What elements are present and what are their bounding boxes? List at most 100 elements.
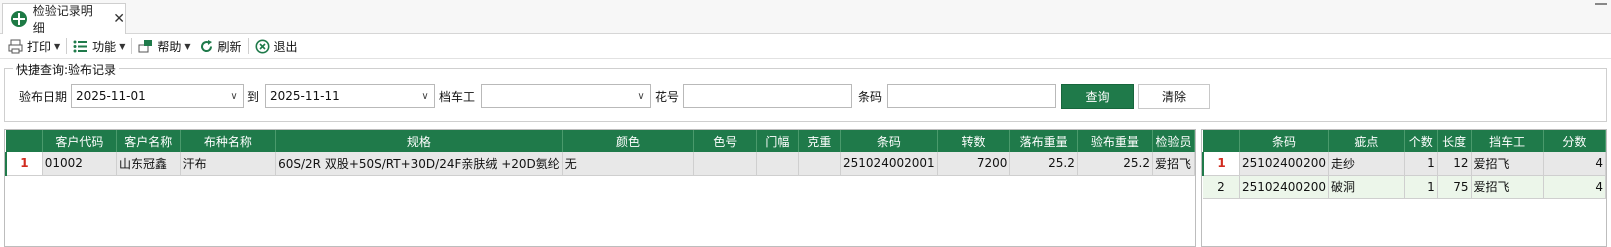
toolbar-divider: [131, 38, 133, 54]
toolbar-divider: [247, 38, 249, 54]
column-header[interactable]: 客户名称: [116, 130, 181, 152]
close-icon[interactable]: ✕: [113, 12, 125, 26]
column-header[interactable]: 验布重量: [1077, 130, 1154, 152]
defect-table: 条码 疵点 个数 长度 挡车工 分数 1 25102400200 走纱 1 12 爱招飞 4 2 2510…: [1202, 130, 1606, 199]
tab-strip: 检验记录明细 ✕: [0, 0, 1611, 35]
row-number-header[interactable]: [6, 130, 43, 152]
table-cell[interactable]: 25.2: [1077, 152, 1154, 176]
table-cell[interactable]: 12: [1437, 152, 1472, 176]
function-label: 功能: [92, 39, 117, 54]
table-cell[interactable]: 75: [1437, 175, 1472, 199]
tab-inspection-records[interactable]: 检验记录明细 ✕: [2, 3, 126, 35]
help-icon: [138, 39, 153, 54]
table-cell[interactable]: 4: [1543, 175, 1606, 199]
chevron-down-icon[interactable]: ∨: [416, 91, 434, 102]
column-header[interactable]: 疵点: [1328, 130, 1405, 152]
exit-label: 退出: [273, 39, 298, 54]
table-cell[interactable]: 251024002001: [840, 152, 938, 176]
clear-button[interactable]: 清除: [1138, 84, 1210, 109]
row-number-cell[interactable]: 2: [1203, 175, 1240, 199]
inspection-table: 客户代码 客户名称 布种名称 规格 颜色 色号 门幅 克重 条码 转数 落布重量 验布重量 检验员 10…: [5, 130, 1195, 176]
table-cell[interactable]: [693, 152, 758, 176]
table-header-row: 条码 疵点 个数 长度 挡车工 分数: [1203, 130, 1606, 152]
date-to-value: 2025-11-11: [270, 89, 340, 103]
worker-select[interactable]: ∨: [481, 84, 651, 108]
table-cell[interactable]: 山东冠鑫: [116, 152, 181, 176]
table-row[interactable]: 2 25102400200 破洞 1 75 爱招飞 4: [1203, 175, 1606, 199]
help-button[interactable]: 帮助 ▼: [134, 35, 194, 57]
date-to-picker[interactable]: 2025-11-11 ∨: [265, 84, 435, 108]
row-number-header[interactable]: [1203, 130, 1240, 152]
to-label: 到: [247, 90, 260, 104]
tab-label: 检验记录明细: [32, 4, 93, 35]
defect-grid: 条码 疵点 个数 长度 挡车工 分数 1 25102400200 走纱 1 12 爱招飞 4 2 2510…: [1201, 129, 1607, 247]
column-header[interactable]: 落布重量: [1009, 130, 1078, 152]
table-cell[interactable]: 1: [1404, 175, 1438, 199]
pattern-input[interactable]: [683, 84, 852, 108]
refresh-icon: [199, 39, 214, 54]
column-header[interactable]: 门幅: [756, 130, 799, 152]
table-header-row: 客户代码 客户名称 布种名称 规格 颜色 色号 门幅 克重 条码 转数 落布重量 验布重量 检验员: [6, 130, 1195, 152]
table-row[interactable]: 1 01002 山东冠鑫 汗布 60S/2R 双股+50S/RT+30D/24F亲肤绒 …: [5, 152, 1195, 176]
refresh-button[interactable]: 刷新: [195, 35, 246, 57]
chevron-down-icon[interactable]: ∨: [632, 91, 650, 102]
toolbar-divider: [66, 38, 68, 54]
chevron-down-icon: ▼: [119, 41, 126, 51]
column-header[interactable]: 分数: [1543, 130, 1606, 152]
printer-icon: [8, 39, 23, 54]
column-header[interactable]: 色号: [693, 130, 758, 152]
toolbar: 打印 ▼ 功能 ▼ 帮助 ▼ 刷新 退出: [0, 34, 1611, 59]
list-icon: [73, 39, 88, 54]
date-label: 验布日期: [19, 90, 68, 104]
exit-button[interactable]: 退出: [251, 35, 302, 57]
table-cell[interactable]: 1: [1404, 152, 1438, 176]
table-cell[interactable]: 25102400200: [1239, 152, 1329, 176]
print-button[interactable]: 打印 ▼: [4, 35, 64, 57]
table-cell[interactable]: [798, 152, 842, 176]
inspection-grid: 客户代码 客户名称 布种名称 规格 颜色 色号 门幅 克重 条码 转数 落布重量 验布重量 检验员 10…: [4, 129, 1196, 247]
column-header[interactable]: 规格: [275, 130, 563, 152]
date-from-picker[interactable]: 2025-11-01 ∨: [71, 84, 244, 108]
print-label: 打印: [27, 39, 52, 54]
row-number-cell[interactable]: 1: [1202, 152, 1240, 176]
column-header[interactable]: 转数: [937, 130, 1011, 152]
column-header[interactable]: 布种名称: [180, 130, 277, 152]
table-cell[interactable]: 走纱: [1328, 152, 1405, 176]
table-cell[interactable]: 爱招飞: [1471, 152, 1544, 176]
table-cell[interactable]: 爱招飞: [1471, 175, 1544, 199]
barcode-label: 条码: [858, 90, 883, 104]
barcode-input[interactable]: [887, 84, 1056, 108]
table-cell[interactable]: [756, 152, 799, 176]
row-number-cell[interactable]: 1: [5, 152, 43, 176]
column-header[interactable]: 颜色: [562, 130, 695, 152]
column-header[interactable]: 检验员: [1152, 130, 1195, 152]
minimize-icon[interactable]: [1595, 3, 1607, 5]
quick-query-title: 快捷查询:验布记录: [13, 61, 120, 78]
column-header[interactable]: 个数: [1404, 130, 1438, 152]
table-cell[interactable]: 爱招飞: [1152, 152, 1195, 176]
date-from-value: 2025-11-01: [76, 89, 146, 103]
help-label: 帮助: [157, 39, 182, 54]
table-cell[interactable]: 4: [1543, 152, 1606, 176]
chevron-down-icon[interactable]: ∨: [225, 91, 243, 102]
column-header[interactable]: 客户代码: [42, 130, 117, 152]
table-cell[interactable]: 汗布: [180, 152, 277, 176]
column-header[interactable]: 条码: [1239, 130, 1329, 152]
column-header[interactable]: 挡车工: [1471, 130, 1544, 152]
table-cell[interactable]: 01002: [42, 152, 117, 176]
column-header[interactable]: 条码: [840, 130, 938, 152]
table-cell[interactable]: 破洞: [1328, 175, 1405, 199]
table-row[interactable]: 1 25102400200 走纱 1 12 爱招飞 4: [1202, 152, 1606, 176]
worker-label: 档车工: [439, 90, 476, 104]
table-cell[interactable]: 25102400200: [1239, 175, 1329, 199]
column-header[interactable]: 克重: [798, 130, 842, 152]
table-cell[interactable]: 无: [562, 152, 695, 176]
table-cell[interactable]: 60S/2R 双股+50S/RT+30D/24F亲肤绒 +20D氨纶: [275, 152, 563, 176]
function-button[interactable]: 功能 ▼: [69, 35, 129, 57]
table-cell[interactable]: 7200: [937, 152, 1011, 176]
refresh-label: 刷新: [217, 39, 242, 54]
table-cell[interactable]: 25.2: [1009, 152, 1078, 176]
column-header[interactable]: 长度: [1437, 130, 1472, 152]
pattern-label: 花号: [655, 90, 680, 104]
search-button[interactable]: 查询: [1061, 84, 1134, 109]
